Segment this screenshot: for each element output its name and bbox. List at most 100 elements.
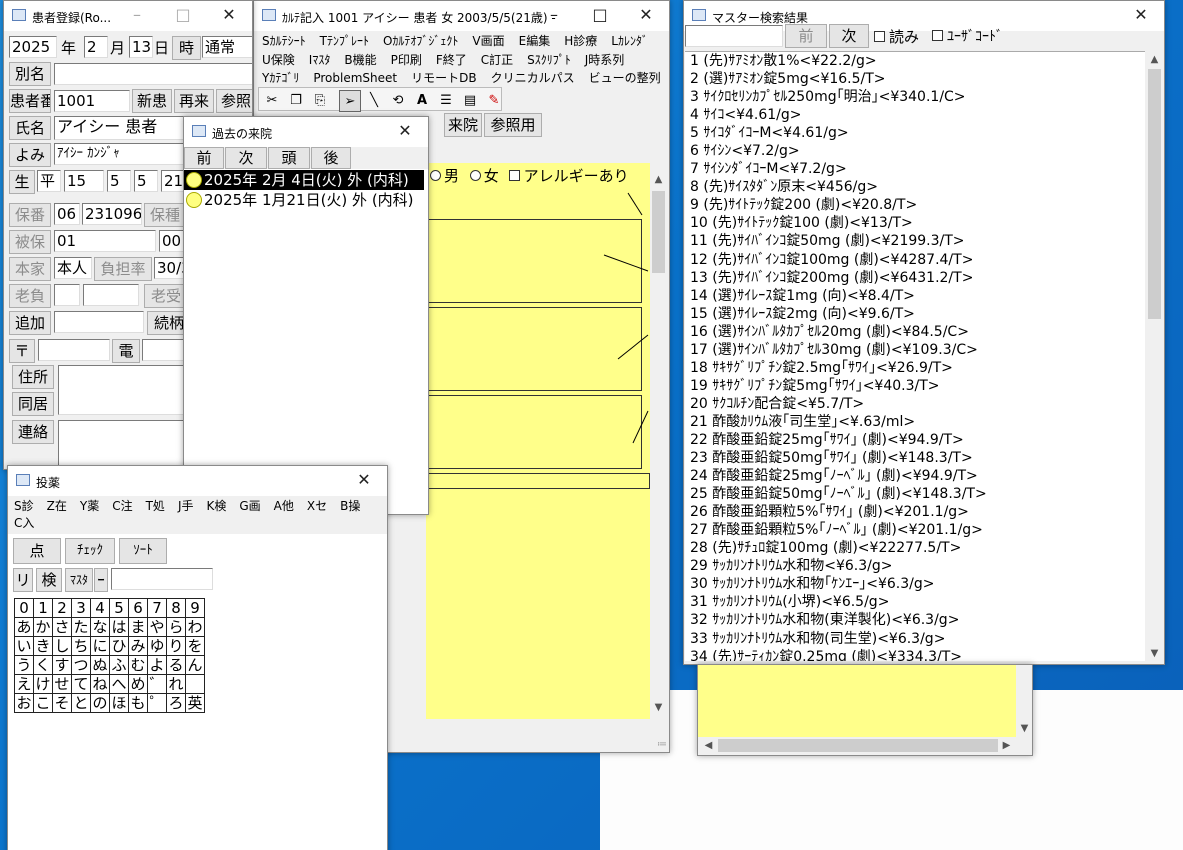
kana-key[interactable]: い [14, 636, 34, 656]
kana-key[interactable]: や [147, 617, 167, 637]
postal-button[interactable]: 〒 [9, 339, 35, 363]
kana-key[interactable]: は [109, 617, 129, 637]
master-next-button[interactable]: 次 [829, 24, 869, 48]
memo-hscroll[interactable]: ◀ ▶ [698, 737, 1016, 754]
visit-button[interactable]: 来院 [444, 113, 482, 137]
birth-day-field[interactable]: 5 [134, 170, 158, 192]
kana-key[interactable]: む [128, 655, 148, 675]
new-patient-button[interactable]: 新患 [132, 89, 172, 113]
kana-key[interactable]: つ [71, 655, 91, 675]
prescription-tab[interactable]: S診 [14, 498, 34, 515]
maximize-icon[interactable]: □ [160, 1, 206, 30]
kana-key[interactable]: ゛ [147, 674, 167, 694]
kana-key[interactable]: め [128, 674, 148, 694]
kana-key[interactable]: も [128, 693, 148, 713]
karte-vscroll[interactable]: ▲ ▼ [650, 171, 667, 716]
add-button[interactable]: 追加 [9, 311, 51, 335]
point-button[interactable]: 点 [13, 538, 61, 564]
edit-icon[interactable]: ✎ [483, 90, 505, 112]
result-item[interactable]: 12 (先)ｻｲﾊﾞｲﾝｺ錠100mg (劇)<¥4287.4/T> [685, 251, 1145, 269]
scroll-down-icon[interactable]: ▼ [1146, 645, 1163, 662]
karte-canvas[interactable]: 男 女 アレルギーあり [426, 163, 650, 719]
close-icon[interactable]: ✕ [206, 1, 252, 30]
kana-key[interactable]: ひ [109, 636, 129, 656]
prescription-tab[interactable]: B操 [340, 498, 360, 515]
result-item[interactable]: 8 (先)ｻｲｽﾀﾀﾞﾝ原末<¥456/g> [685, 178, 1145, 196]
address-field[interactable] [58, 365, 198, 415]
pointer-icon[interactable]: ➢ [339, 90, 361, 112]
cut-icon[interactable]: ✂ [261, 90, 283, 112]
sort-button[interactable]: ｿｰﾄ [119, 538, 167, 564]
menu-item[interactable]: Tﾃﾝﾌﾟﾚｰﾄ [320, 32, 369, 49]
master-button[interactable]: ﾏｽﾀ [65, 568, 93, 592]
result-item[interactable]: 7 ｻｲｼﾝﾀﾞｲｺｰM<¥7.2/g> [685, 160, 1145, 178]
kana-key[interactable]: そ [52, 693, 72, 713]
prescription-tab[interactable]: Y薬 [80, 498, 99, 515]
prescription-tab[interactable]: K検 [206, 498, 226, 515]
kana-key[interactable]: ほ [109, 693, 129, 713]
ken-button[interactable]: 検 [36, 568, 62, 592]
kana-key[interactable]: た [71, 617, 91, 637]
kana-key[interactable]: う [14, 655, 34, 675]
result-item[interactable]: 15 (選)ｻｲﾚｰｽ錠2mg (向)<¥9.6/T> [685, 305, 1145, 323]
kana-key[interactable]: あ [14, 617, 34, 637]
alias-field[interactable] [54, 63, 252, 85]
minimize-icon[interactable]: – [531, 1, 577, 30]
era-field[interactable]: 平 [37, 170, 61, 192]
scroll-left-icon[interactable]: ◀ [700, 737, 717, 754]
result-item[interactable]: 6 ｻｲｼﾝ<¥7.2/g> [685, 142, 1145, 160]
kana-key[interactable]: さ [52, 617, 72, 637]
tail-button[interactable]: 後 [311, 147, 351, 169]
birth-button[interactable]: 生 [9, 170, 35, 194]
paste-icon[interactable]: ⎘ [309, 90, 331, 112]
close-icon[interactable]: ✕ [382, 117, 428, 146]
birth-year-field[interactable]: 15 [64, 170, 104, 192]
result-item[interactable]: 2 (選)ｻｱﾐｵﾝ錠5mg<¥16.5/T> [685, 70, 1145, 88]
kana-key[interactable]: え [14, 674, 34, 694]
kana-key[interactable]: お [14, 693, 34, 713]
menu-item[interactable]: リモートDB [411, 69, 476, 86]
master-search-input[interactable] [685, 25, 783, 47]
master-prev-button[interactable]: 前 [785, 24, 827, 48]
result-item[interactable]: 9 (先)ｻｲﾄﾃｯｸ錠200 (劇)<¥20.8/T> [685, 196, 1145, 214]
kana-key[interactable]: ね [90, 674, 110, 694]
reading-button[interactable]: よみ [9, 143, 51, 167]
kana-key[interactable]: よ [147, 655, 167, 675]
kana-key[interactable]: ん [185, 655, 205, 675]
day-field[interactable]: 13 [129, 36, 153, 58]
menu-item[interactable]: Iﾏｽﾀ [309, 51, 331, 68]
kana-key[interactable]: り [166, 636, 186, 656]
scroll-thumb[interactable] [652, 191, 665, 273]
insurer-no-field[interactable]: 231096 [82, 203, 142, 225]
name-button[interactable]: 氏名 [9, 116, 51, 140]
result-item[interactable]: 19 ｻｷｻｸﾞﾘﾌﾟﾁﾝ錠5mg｢ｻﾜｲ｣<¥40.3/T> [685, 377, 1145, 395]
reference-button[interactable]: 参照 [216, 89, 252, 113]
kana-key[interactable]: ま [128, 617, 148, 637]
year-field[interactable]: 2025 [9, 36, 57, 58]
prev-button[interactable]: 前 [184, 147, 224, 169]
kana-key[interactable]: こ [33, 693, 53, 713]
user-code-checkbox-row[interactable]: ﾕｰｻﾞｺｰﾄﾞ [932, 26, 1003, 48]
prescription-tab[interactable]: J手 [178, 498, 194, 515]
kana-key[interactable]: ふ [109, 655, 129, 675]
kana-key[interactable]: す [52, 655, 72, 675]
result-item[interactable]: 31 ｻｯｶﾘﾝﾅﾄﾘｳﾑ(小堺)<¥6.5/g> [685, 593, 1145, 611]
kana-key[interactable]: て [71, 674, 91, 694]
result-item[interactable]: 34 (先)ｻｰﾃｨｶﾝ錠0.25mg (劇)<¥334.3/T> [685, 648, 1145, 661]
kana-key[interactable]: か [33, 617, 53, 637]
menu-item[interactable]: Lｶﾚﾝﾀﾞ [611, 32, 648, 49]
result-item[interactable]: 24 酢酸亜鉛錠25mg｢ﾉｰﾍﾞﾙ｣ (劇)<¥94.9/T> [685, 467, 1145, 485]
line-icon[interactable]: ╲ [363, 90, 385, 112]
result-item[interactable]: 32 ｻｯｶﾘﾝﾅﾄﾘｳﾑ水和物(東洋製化)<¥6.3/g> [685, 611, 1145, 629]
result-item[interactable]: 18 ｻｷｻｸﾞﾘﾌﾟﾁﾝ錠2.5mg｢ｻﾜｲ｣<¥26.9/T> [685, 359, 1145, 377]
result-item[interactable]: 21 酢酸ｶﾘｳﾑ液｢司生堂｣<¥.63/ml> [685, 413, 1145, 431]
kana-key[interactable]: せ [52, 674, 72, 694]
kana-key[interactable]: 2 [52, 598, 72, 618]
close-icon[interactable]: ✕ [1118, 1, 1164, 30]
kana-key[interactable]: る [166, 655, 186, 675]
kana-key[interactable]: ち [71, 636, 91, 656]
prescription-titlebar[interactable]: 投薬 ✕ [8, 466, 387, 496]
kana-key[interactable]: に [90, 636, 110, 656]
read-checkbox[interactable] [874, 31, 885, 42]
kana-key[interactable]: き [33, 636, 53, 656]
